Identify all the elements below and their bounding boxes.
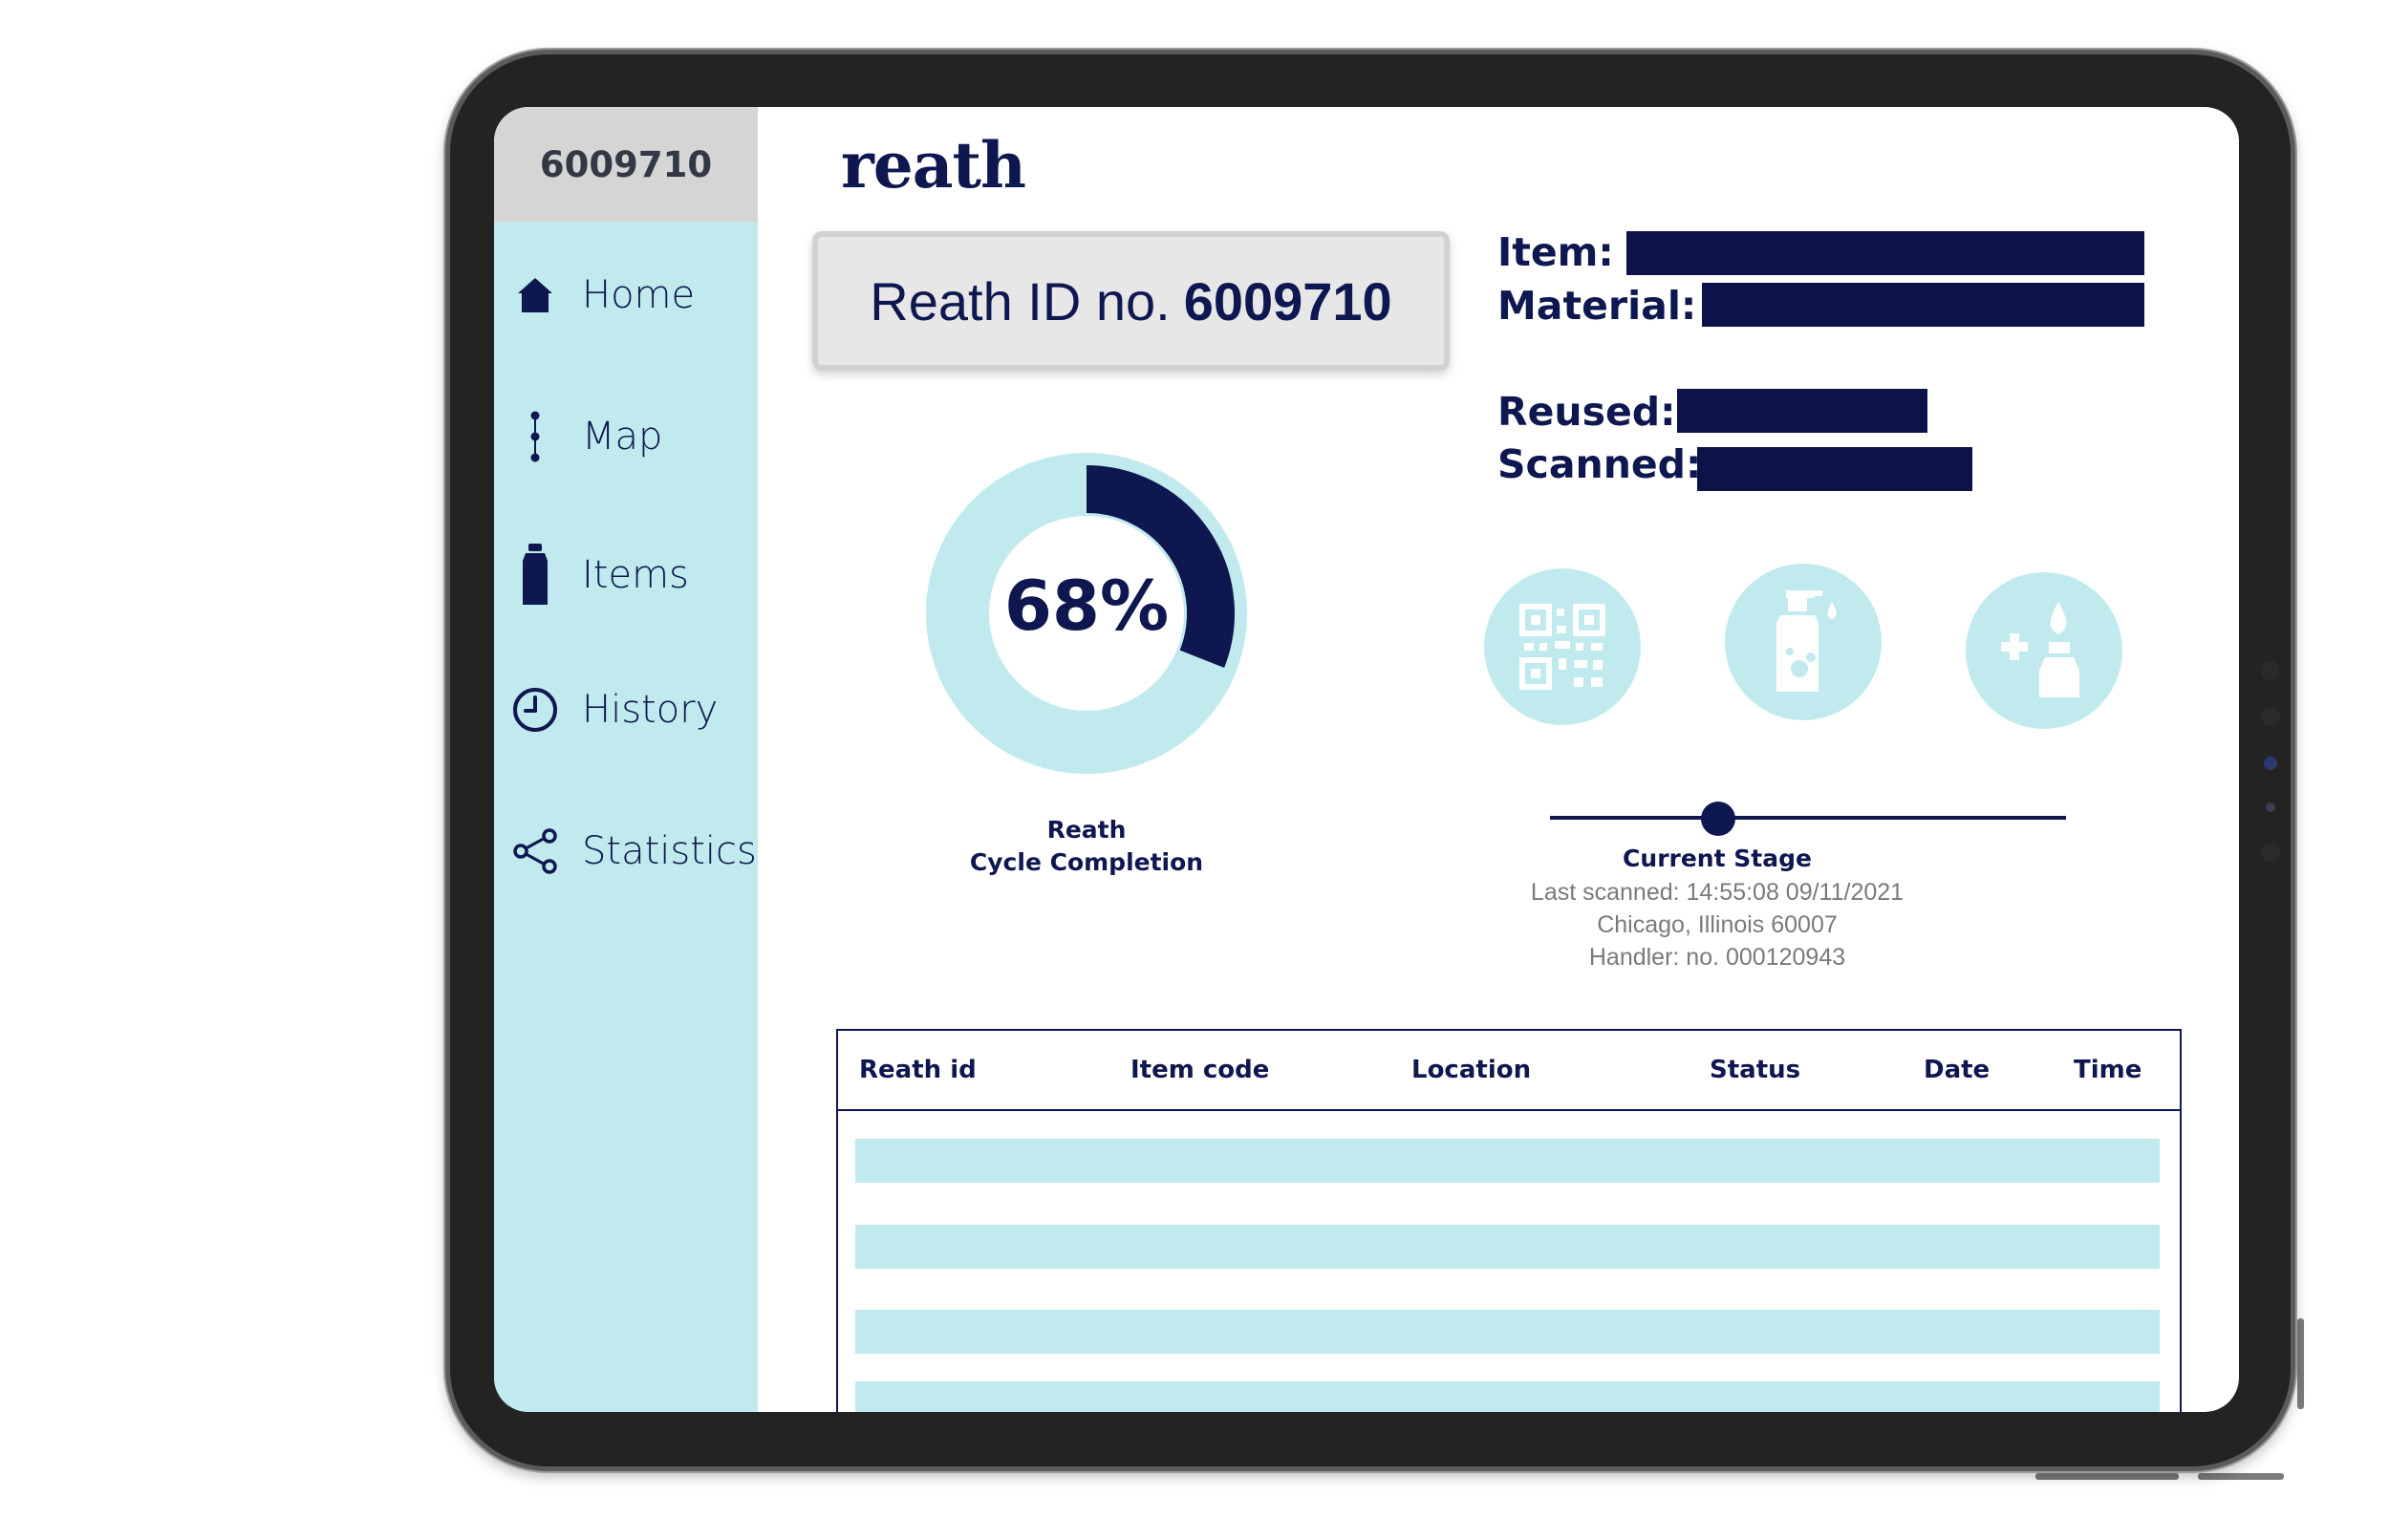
- camera-dot: [2261, 707, 2280, 726]
- medicine-bottle-icon[interactable]: [1966, 572, 2122, 729]
- sidebar-item-label: Items: [582, 553, 689, 597]
- scanned-label: Scanned:: [1497, 441, 1702, 487]
- sidebar-item-items[interactable]: Items: [494, 532, 758, 618]
- column-time[interactable]: Time: [2074, 1056, 2141, 1084]
- camera-dot: [2266, 802, 2275, 812]
- completion-caption: Reath Cycle Completion: [943, 814, 1230, 879]
- sidebar-item-map[interactable]: Map: [494, 394, 758, 480]
- reused-label: Reused:: [1497, 389, 1676, 435]
- table-row[interactable]: [855, 1139, 2160, 1183]
- item-value-redacted: [1626, 231, 2144, 275]
- completion-percent: 68%: [1003, 566, 1170, 646]
- bottle-icon: [511, 544, 559, 605]
- sidebar-item-label: Map: [582, 415, 663, 459]
- completion-caption-line2: Cycle Completion: [969, 848, 1204, 876]
- sidebar-item-history[interactable]: History: [494, 667, 758, 753]
- column-status[interactable]: Status: [1710, 1056, 1800, 1084]
- table-row[interactable]: [855, 1225, 2160, 1269]
- power-button: [2035, 1473, 2179, 1480]
- reused-value-redacted: [1677, 389, 1927, 433]
- last-scanned-text: Last scanned: 14:55:08 09/11/2021: [1530, 879, 1905, 906]
- sidebar: 6009710 Home Map Items History Statistic…: [494, 107, 758, 1412]
- current-stage-title: Current Stage: [1623, 845, 1812, 872]
- power-button-2: [2198, 1473, 2284, 1480]
- sidebar-item-label: Statistics: [582, 829, 757, 873]
- volume-button: [2297, 1318, 2304, 1409]
- camera-dot: [2261, 661, 2280, 680]
- item-label: Item:: [1497, 229, 1614, 275]
- stage: 6009710 Home Map Items History Statistic…: [0, 0, 2389, 1540]
- reath-id-number: 6009710: [1183, 270, 1392, 332]
- location-text: Chicago, Illinois 60007: [1597, 911, 1838, 938]
- handler-text: Handler: no. 000120943: [1588, 944, 1846, 971]
- column-location[interactable]: Location: [1411, 1056, 1531, 1084]
- sidebar-item-home[interactable]: Home: [494, 252, 758, 338]
- reath-logo: reath: [841, 128, 1026, 203]
- soap-bottle-icon[interactable]: [1725, 564, 1882, 720]
- camera-lens: [2264, 757, 2277, 770]
- table-header: Reath id Item code Location Status Date …: [838, 1031, 2180, 1111]
- tablet-screen: 6009710 Home Map Items History Statistic…: [494, 107, 2239, 1412]
- qr-code-icon[interactable]: [1484, 568, 1641, 725]
- camera-dot: [2261, 843, 2280, 862]
- share-icon: [511, 827, 559, 875]
- history-table: Reath id Item code Location Status Date …: [836, 1029, 2182, 1412]
- table-row[interactable]: [855, 1310, 2160, 1354]
- reath-id-prefix: Reath ID no.: [870, 270, 1171, 332]
- sidebar-item-label: History: [582, 688, 719, 732]
- table-row[interactable]: [855, 1381, 2160, 1412]
- sidebar-item-statistics[interactable]: Statistics: [494, 808, 758, 894]
- stage-slider-handle[interactable]: [1701, 802, 1735, 836]
- scanned-value-redacted: [1697, 447, 1972, 491]
- material-label: Material:: [1497, 283, 1697, 329]
- column-reath-id[interactable]: Reath id: [859, 1056, 977, 1084]
- home-icon: [511, 271, 559, 319]
- reath-id-card: Reath ID no. 6009710: [812, 231, 1450, 371]
- clock-icon: [511, 686, 559, 734]
- map-icon: [511, 411, 559, 462]
- column-item-code[interactable]: Item code: [1130, 1056, 1269, 1084]
- stage-track: [1550, 816, 2066, 820]
- completion-caption-line1: Reath: [1046, 816, 1127, 844]
- sidebar-item-label: Home: [582, 273, 696, 317]
- column-date[interactable]: Date: [1924, 1056, 1990, 1084]
- sidebar-id-header: 6009710: [494, 107, 758, 222]
- material-value-redacted: [1702, 283, 2144, 327]
